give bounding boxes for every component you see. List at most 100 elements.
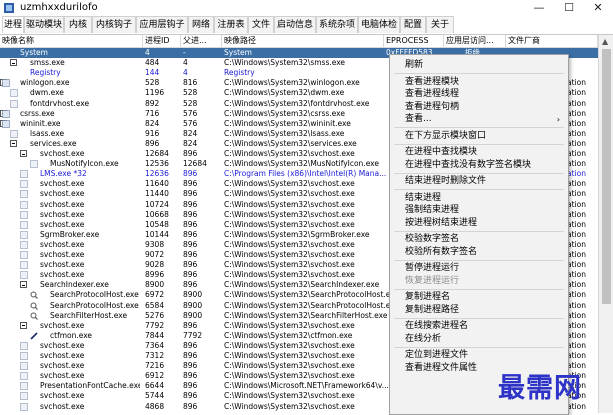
tab-4[interactable]: 应用层钩子 <box>136 16 188 33</box>
application-process-icon <box>20 402 28 411</box>
process-name: svchost.exe <box>40 401 85 411</box>
tab-12[interactable]: 关于 <box>426 16 454 33</box>
column-header-vendor[interactable]: 文件厂商 <box>506 35 598 47</box>
process-name: PresentationFontCache.exe <box>40 381 140 391</box>
column-header-pid[interactable]: 进程ID <box>143 35 181 47</box>
cell-pid: 9308 <box>145 239 165 249</box>
menu-item-13[interactable]: 校验所有数字签名 <box>390 246 568 259</box>
tab-8[interactable]: 启动信息 <box>274 16 316 33</box>
column-header-access[interactable]: 应用层访问... <box>444 35 506 47</box>
search-process-icon <box>30 312 38 320</box>
process-name: svchost.exe <box>40 340 85 350</box>
cell-path: C:\Windows\System32\csrss.exe <box>224 108 345 118</box>
column-header-ppid[interactable]: 父进... <box>181 35 222 47</box>
process-name: SgrmBroker.exe <box>40 229 100 239</box>
process-name: fontdrvhost.exe <box>30 98 90 108</box>
cell-pid: 7844 <box>145 330 165 340</box>
process-name: SearchFilterHost.exe <box>50 310 128 320</box>
expand-toggle-icon[interactable] <box>20 281 27 289</box>
menu-item-1[interactable]: 查看进程模块 <box>390 76 568 89</box>
process-name: services.exe <box>30 138 77 148</box>
menu-item-11[interactable]: 按进程树结束进程 <box>390 217 568 230</box>
menu-item-4[interactable]: 查看... › <box>390 113 568 126</box>
menu-item-17[interactable]: 复制进程路径 <box>390 304 568 317</box>
menu-separator <box>394 346 564 348</box>
cell-pid: 12536 <box>145 159 169 169</box>
cell-path: C:\Windows\System32\ctfmon.exe <box>224 330 353 340</box>
column-header-image-name[interactable]: 映像名称 <box>0 35 143 47</box>
cell-ppid: 4 <box>183 58 188 68</box>
cell-path: C:\Windows\System32\svchost.exe <box>224 189 355 199</box>
maximize-button[interactable]: ☐ <box>555 0 583 16</box>
process-name: svchost.exe <box>40 270 85 280</box>
cell-pid: 10548 <box>145 219 169 229</box>
menu-separator <box>394 317 564 319</box>
menu-item-9[interactable]: 结束进程 <box>390 192 568 205</box>
column-header-image-path[interactable]: 映像路径 <box>222 35 384 47</box>
minimize-button[interactable]: — <box>525 0 553 16</box>
process-name: Registry <box>30 68 61 78</box>
process-name: SearchProtocolHost.exe <box>50 300 139 310</box>
cell-ppid: 896 <box>183 229 198 239</box>
expand-toggle-icon[interactable] <box>20 321 27 329</box>
tab-6[interactable]: 注册表 <box>214 16 248 33</box>
tab-2[interactable]: 内核 <box>64 16 92 33</box>
vertical-scrollbar[interactable]: ▲ <box>598 35 613 413</box>
menu-separator <box>394 127 564 128</box>
scroll-thumb[interactable] <box>602 49 611 304</box>
menu-item-18[interactable]: 在线搜索进程名 <box>390 320 568 333</box>
menu-item-20[interactable]: 定位到进程文件 <box>390 349 568 362</box>
menu-item-3[interactable]: 查看进程句柄 <box>390 101 568 114</box>
menu-item-10[interactable]: 强制结束进程 <box>390 204 568 217</box>
cell-vendor: ation <box>567 179 586 189</box>
tab-9[interactable]: 系统杂项 <box>316 16 358 33</box>
menu-item-19[interactable]: 在线分析 <box>390 333 568 346</box>
menu-item-label: 复制进程名 <box>405 292 451 302</box>
pen-process-icon <box>30 332 38 340</box>
cell-vendor: ation <box>567 159 586 169</box>
cell-path: C:\Windows\System32\svchost.exe <box>224 391 355 401</box>
cell-path: C:\Windows\Microsoft.NET\Framework64\v..… <box>224 381 389 391</box>
menu-item-16[interactable]: 复制进程名 <box>390 291 568 304</box>
close-button[interactable]: ✕ <box>584 0 612 16</box>
menu-item-0[interactable]: 刷新 <box>390 59 568 72</box>
tab-5[interactable]: 网络 <box>188 16 214 33</box>
cell-pid: 10668 <box>145 209 169 219</box>
menu-item-7[interactable]: 在进程中查找没有数字签名模块 <box>390 159 568 172</box>
scroll-up-arrow-icon[interactable]: ▲ <box>602 37 608 46</box>
process-name: svchost.exe <box>40 371 85 381</box>
menu-item-14[interactable]: 暂停进程运行 <box>390 262 568 275</box>
expand-toggle-icon[interactable] <box>10 139 17 147</box>
application-process-icon <box>20 261 28 269</box>
menu-item-12[interactable]: 校验数字签名 <box>390 233 568 246</box>
process-name: svchost.exe <box>40 189 85 199</box>
column-header-eprocess[interactable]: EPROCESS <box>384 35 444 47</box>
application-process-icon <box>20 352 28 360</box>
cell-vendor: ation <box>567 330 586 340</box>
cell-vendor: ation <box>567 189 586 199</box>
cell-pid: 144 <box>145 68 160 78</box>
expand-toggle-icon[interactable] <box>10 59 17 67</box>
tab-10[interactable]: 电脑体检 <box>358 16 400 33</box>
menu-item-6[interactable]: 在进程中查找模块 <box>390 146 568 159</box>
cell-path: C:\Windows\System32\SgrmBroker.exe <box>224 229 370 239</box>
tab-3[interactable]: 内核钩子 <box>92 16 136 33</box>
menu-item-5[interactable]: 在下方显示模块窗口 <box>390 130 568 143</box>
process-name: svchost.exe <box>40 209 85 219</box>
tab-1[interactable]: 驱动模块 <box>24 16 64 33</box>
cell-ppid: 8900 <box>183 310 203 320</box>
tab-7[interactable]: 文件 <box>248 16 274 33</box>
expand-toggle-icon[interactable] <box>20 150 27 157</box>
tab-11[interactable]: 配置 <box>400 16 426 33</box>
menu-item-2[interactable]: 查看进程线程 <box>390 88 568 101</box>
menu-item-8[interactable]: 结束进程时删除文件 <box>390 175 568 188</box>
search-process-icon <box>30 302 38 310</box>
menu-item-label: 恢复进程运行 <box>405 275 460 286</box>
cell-vendor: ation <box>567 340 586 350</box>
tab-0[interactable]: 进程 <box>2 16 24 33</box>
cell-ppid: 8900 <box>183 300 203 310</box>
service-process-icon <box>2 79 10 88</box>
menu-item-label: 在进程中查找没有数字签名模块 <box>405 159 532 170</box>
application-process-icon <box>20 382 28 391</box>
cell-vendor: ation <box>567 118 586 128</box>
